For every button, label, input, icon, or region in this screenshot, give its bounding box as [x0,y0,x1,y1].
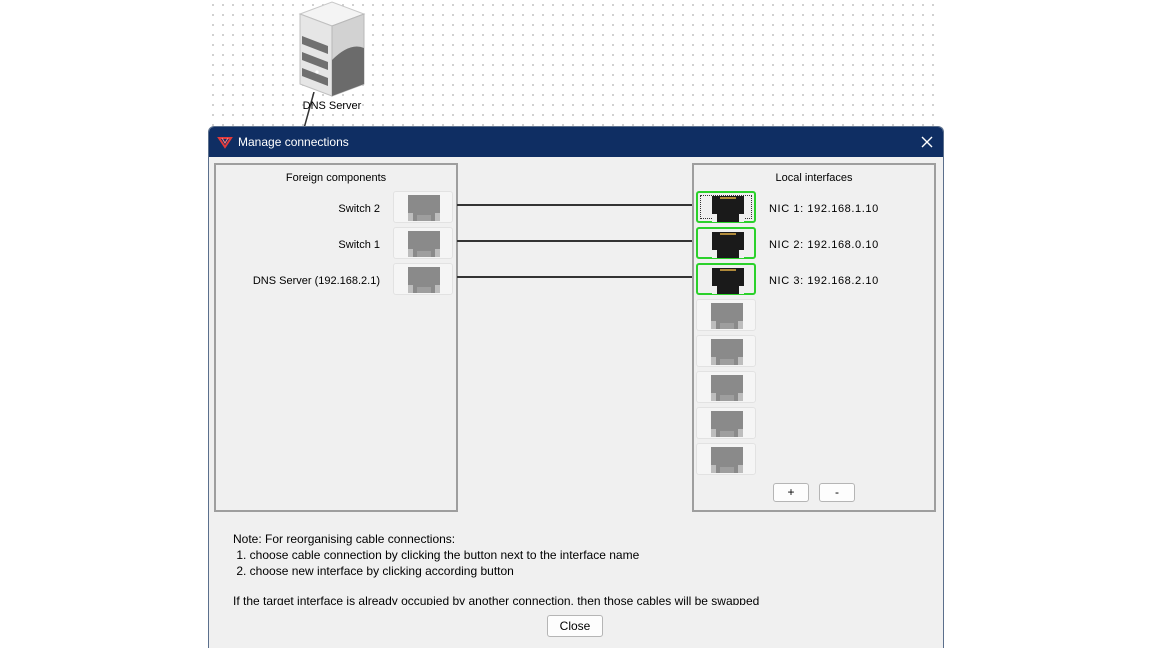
local-interfaces-panel: Local interfaces NIC 1: 192.168.1.10 NIC… [692,163,936,512]
add-interface-button[interactable]: + [773,483,809,502]
app-icon [217,137,233,149]
note-step-1: 1. choose cable connection by clicking t… [233,548,640,562]
foreign-panel-title: Foreign components [285,172,387,184]
close-button[interactable]: Close [547,615,603,637]
ethernet-port-icon [711,339,743,365]
dialog-titlebar[interactable]: Manage connections [209,127,943,157]
manage-connections-dialog: Manage connections Foreign components Sw… [208,126,944,648]
foreign-label-switch-1: Switch 1 [338,239,380,251]
local-port-button-nic-2[interactable] [696,227,756,259]
local-port-button-empty-5[interactable] [696,335,756,367]
local-label-nic-3: NIC 3: 192.168.2.10 [769,275,879,287]
close-icon[interactable] [917,132,937,152]
ethernet-port-icon [408,195,440,221]
note-step-2: 2. choose new interface by clicking acco… [233,564,514,578]
cable-connection-2 [457,240,693,242]
foreign-components-panel: Foreign components Switch 2 Switch 1 DNS… [214,163,458,512]
local-port-button-nic-1[interactable] [696,191,756,223]
note-heading: Note: For reorganising cable connections… [233,532,456,546]
dialog-title: Manage connections [238,135,349,149]
cable-connection-1 [457,204,693,206]
foreign-port-button-dns-server[interactable] [393,263,453,295]
dns-server-node[interactable]: DNS Server [292,0,372,115]
ethernet-port-icon [408,267,440,293]
remove-interface-button[interactable]: - [819,483,855,502]
local-label-nic-1: NIC 1: 192.168.1.10 [769,203,879,215]
local-port-button-nic-3[interactable] [696,263,756,295]
ethernet-port-icon [712,196,744,222]
instruction-note: Note: For reorganising cable connections… [233,531,639,579]
local-panel-title: Local interfaces [775,172,853,184]
local-port-button-empty-4[interactable] [696,299,756,331]
foreign-label-switch-2: Switch 2 [338,203,380,215]
ethernet-port-icon [711,303,743,329]
ethernet-port-icon [711,375,743,401]
local-label-nic-2: NIC 2: 192.168.0.10 [769,239,879,251]
ethernet-port-icon [711,447,743,473]
cable-connection-3 [457,276,693,278]
local-port-button-empty-7[interactable] [696,407,756,439]
foreign-port-button-switch-2[interactable] [393,191,453,223]
ethernet-port-icon [711,411,743,437]
ethernet-port-icon [712,268,744,294]
local-port-button-empty-6[interactable] [696,371,756,403]
ethernet-port-icon [712,232,744,258]
foreign-port-button-switch-1[interactable] [393,227,453,259]
local-port-button-empty-8[interactable] [696,443,756,475]
note-footer: If the target interface is already occup… [233,594,760,605]
ethernet-port-icon [408,231,440,257]
foreign-label-dns-server: DNS Server (192.168.2.1) [252,275,380,287]
server-icon [298,1,366,97]
node-label: DNS Server [302,100,362,112]
